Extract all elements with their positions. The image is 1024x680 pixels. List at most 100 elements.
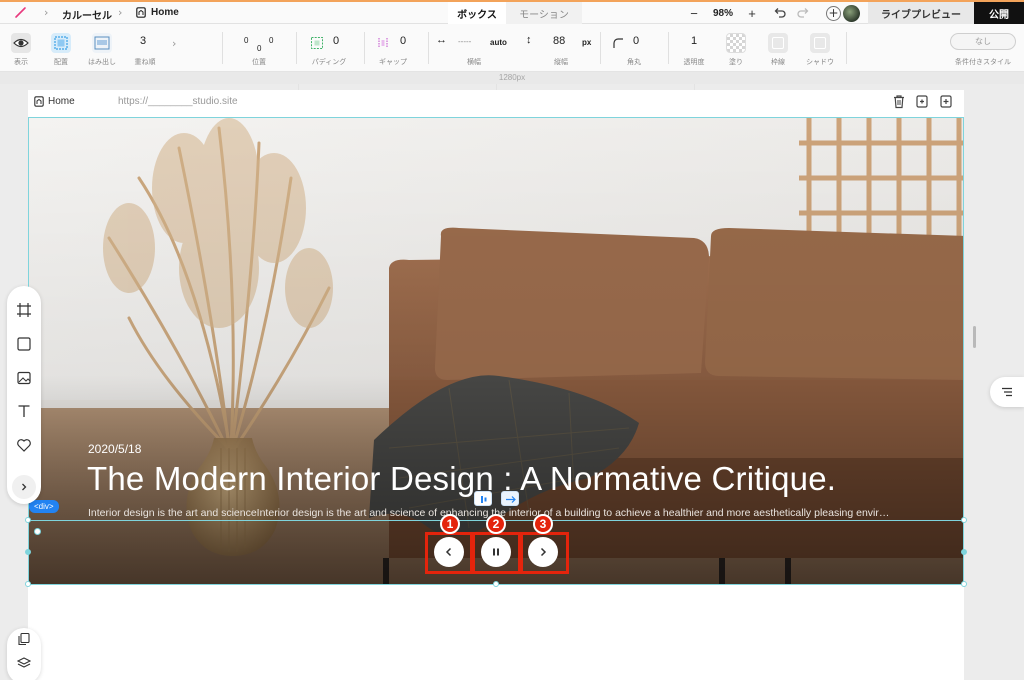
prop-opacity[interactable]: 1 透明度 xyxy=(676,24,712,72)
resize-handle[interactable] xyxy=(25,549,31,555)
carousel-next-button[interactable] xyxy=(528,537,558,567)
canvas-ruler: 1280px xyxy=(0,72,1024,84)
position-right[interactable]: 0 xyxy=(269,36,273,45)
trash-icon[interactable] xyxy=(892,94,906,109)
menu-lines-icon xyxy=(1002,387,1012,397)
tool-palette xyxy=(7,286,41,504)
align-tool-icon[interactable] xyxy=(474,491,492,506)
annotation-badge-1: 1 xyxy=(440,514,460,534)
chevron-right-icon[interactable]: › xyxy=(172,37,176,50)
chevron-right-icon xyxy=(540,547,547,557)
resize-handle[interactable] xyxy=(961,581,967,587)
resize-handle[interactable] xyxy=(961,517,967,523)
zoom-control: − 98% + xyxy=(683,2,763,24)
prop-position[interactable]: 0 0 0 位置 xyxy=(238,24,280,72)
carousel-pause-button[interactable] xyxy=(481,537,511,567)
opacity-value[interactable]: 1 xyxy=(691,35,697,47)
padding-icon xyxy=(311,37,323,49)
chevron-right-icon xyxy=(22,483,27,491)
chevron-right-icon: › xyxy=(118,6,123,19)
eye-icon xyxy=(11,33,31,53)
height-value[interactable]: 88 xyxy=(553,35,565,47)
prop-shadow[interactable]: シャドウ xyxy=(802,24,838,72)
position-left[interactable]: 0 xyxy=(244,36,248,45)
prop-height[interactable]: ↕ 88 px 縦幅 xyxy=(524,24,598,72)
prop-label: 重ね順 xyxy=(134,59,156,66)
undo-icon[interactable] xyxy=(772,5,788,21)
zoom-out-button[interactable]: − xyxy=(683,6,705,21)
prop-label: パディング xyxy=(311,59,347,66)
layers-icon[interactable] xyxy=(17,656,31,670)
more-tools-button[interactable] xyxy=(12,475,36,499)
divider xyxy=(600,32,601,64)
stack-value[interactable]: 3 xyxy=(140,35,146,47)
live-preview-button[interactable]: ライブプレビュー xyxy=(868,2,974,24)
divider xyxy=(296,32,297,64)
tab-motion[interactable]: モーション xyxy=(506,2,582,24)
duplicate-page-icon[interactable] xyxy=(915,94,929,109)
publish-button[interactable]: 公開 xyxy=(974,2,1024,24)
prop-border[interactable]: 枠線 xyxy=(762,24,794,72)
element-tag-label[interactable]: <div> xyxy=(29,500,59,513)
prop-label: 横幅 xyxy=(467,59,481,66)
image-tool-icon[interactable] xyxy=(16,370,32,386)
fill-swatch-icon xyxy=(726,33,746,53)
prop-padding[interactable]: 0 パディング xyxy=(306,24,352,72)
pen-icon[interactable] xyxy=(14,5,28,19)
frame-tool-icon[interactable] xyxy=(16,302,32,318)
add-page-icon[interactable] xyxy=(939,94,953,109)
prop-label: ギャップ xyxy=(379,59,407,66)
padding-value[interactable]: 0 xyxy=(333,35,339,47)
breadcrumb-project[interactable]: カルーセル xyxy=(62,7,112,22)
zoom-in-button[interactable]: + xyxy=(741,6,763,21)
heart-icon[interactable] xyxy=(16,437,32,453)
tab-box[interactable]: ボックス xyxy=(448,2,506,24)
overflow-icon xyxy=(92,33,112,53)
height-unit[interactable]: px xyxy=(582,38,591,47)
right-panel-toggle[interactable] xyxy=(990,377,1024,407)
divider xyxy=(668,32,669,64)
resize-handle[interactable] xyxy=(493,581,499,587)
width-value[interactable]: ----- xyxy=(458,37,471,46)
prop-fill[interactable]: 塗り xyxy=(720,24,752,72)
divider xyxy=(428,32,429,64)
prop-overflow[interactable]: はみ出し xyxy=(86,24,118,72)
pages-icon[interactable] xyxy=(17,632,31,646)
prop-layout[interactable]: 配置 xyxy=(46,24,76,72)
prop-radius[interactable]: 0 角丸 xyxy=(610,24,658,72)
avatar[interactable] xyxy=(843,5,860,22)
width-arrow-icon: ↔ xyxy=(436,34,447,46)
chevron-right-icon: › xyxy=(44,6,49,19)
box-tool-icon[interactable] xyxy=(16,336,32,352)
carousel-prev-button[interactable] xyxy=(434,537,464,567)
prop-conditional: 条件付きスタイル xyxy=(944,24,1022,72)
position-bottom[interactable]: 0 xyxy=(257,44,261,53)
page-name[interactable]: Home xyxy=(48,96,75,107)
prop-width[interactable]: ↔ ----- auto 横幅 xyxy=(434,24,514,72)
selection-origin-handle[interactable] xyxy=(34,528,41,535)
resize-handle[interactable] xyxy=(25,517,31,523)
layers-palette xyxy=(7,628,41,680)
page-url[interactable]: https://________studio.site xyxy=(118,96,238,107)
radius-value[interactable]: 0 xyxy=(633,35,639,47)
pause-icon xyxy=(493,548,499,556)
breadcrumb-page[interactable]: Home xyxy=(151,7,179,18)
text-tool-icon[interactable] xyxy=(16,403,32,419)
canvas-scrollbar[interactable] xyxy=(973,326,976,348)
prop-label: 位置 xyxy=(252,59,266,66)
divider xyxy=(846,32,847,64)
prop-stack[interactable]: 3 重ね順 xyxy=(128,24,162,72)
width-unit[interactable]: auto xyxy=(490,38,507,47)
gap-value[interactable]: 0 xyxy=(400,35,406,47)
top-bar: › カルーセル › Home ボックス モーション − 98% + + ライブプ… xyxy=(0,0,1024,24)
resize-handle[interactable] xyxy=(25,581,31,587)
prop-gap[interactable]: 0 ギャップ xyxy=(370,24,416,72)
resize-handle[interactable] xyxy=(961,549,967,555)
prop-label: 透明度 xyxy=(683,59,705,66)
home-icon xyxy=(34,96,44,107)
arrow-right-icon[interactable] xyxy=(501,491,519,506)
prop-display[interactable]: 表示 xyxy=(6,24,36,72)
add-collaborator-icon[interactable]: + xyxy=(826,6,841,21)
redo-icon[interactable] xyxy=(795,5,811,21)
chevron-left-icon xyxy=(445,547,452,557)
